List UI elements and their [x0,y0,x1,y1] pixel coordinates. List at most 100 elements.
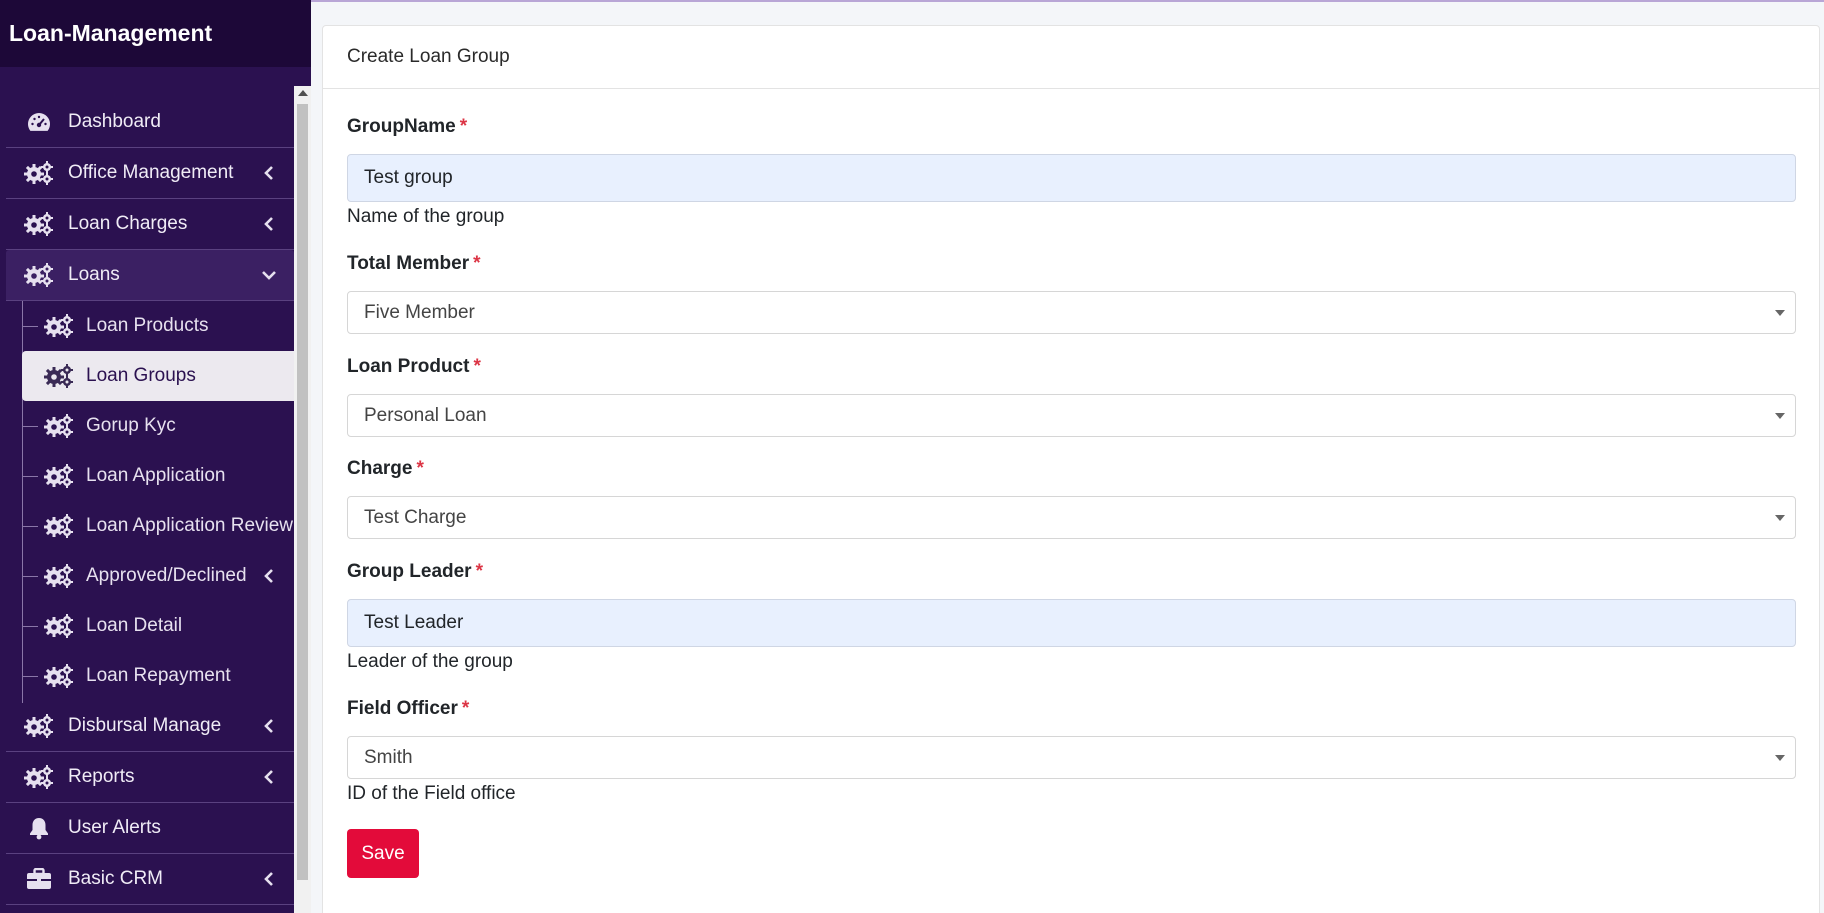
top-border [311,0,1824,2]
sidebar-item-office-management[interactable]: Office Management [6,148,294,199]
required-mark: * [473,253,481,274]
cogs-icon [44,614,74,638]
loans-submenu: Loan Products Loan Groups Gorup Kyc Loan… [0,301,294,703]
sidebar-item-user-alerts[interactable]: User Alerts [6,803,294,854]
group-leader-help: Leader of the group [347,651,513,672]
chevron-left-icon [262,872,276,886]
sidebar-item-label: User Alerts [68,817,161,838]
field-officer-value: Smith [364,746,413,768]
cogs-icon [44,514,74,538]
sidebar-subitem-gorup-kyc[interactable]: Gorup Kyc [22,401,294,451]
cogs-icon [44,664,74,688]
sidebar-item-label: Loans [68,264,120,285]
dashboard-gauge-icon [24,110,54,134]
field-officer-label: Field Officer * [347,698,469,720]
card-title: Create Loan Group [323,26,1819,89]
total-member-label: Total Member * [347,253,481,275]
cogs-icon [44,314,74,338]
sidebar-subitem-loan-groups[interactable]: Loan Groups [22,351,294,401]
sidebar-item-disbursal-manage[interactable]: Disbursal Manage [6,701,294,752]
required-mark: * [473,356,481,377]
chevron-left-icon [262,569,276,583]
field-officer-label-text: Field Officer [347,698,458,719]
group-leader-input[interactable]: Test Leader [347,599,1796,647]
sidebar-item-label: Disbursal Manage [68,715,222,736]
charge-label-text: Charge [347,458,413,479]
briefcase-icon [24,867,54,891]
required-mark: * [459,116,468,137]
caret-down-icon [1775,514,1785,521]
sidebar-nav: Dashboard Office Management Loan Charges… [0,97,294,905]
group-name-help: Name of the group [347,206,505,227]
sidebar-item-basic-crm[interactable]: Basic CRM [6,854,294,905]
loan-product-label: Loan Product * [347,356,481,378]
cogs-icon [44,564,74,588]
cogs-icon [44,464,74,488]
sidebar-subitem-loan-application[interactable]: Loan Application [22,451,294,501]
sidebar-subitem-loan-products[interactable]: Loan Products [22,301,294,351]
sidebar-item-label: Dashboard [68,111,161,132]
sidebar-subitem-loan-repayment[interactable]: Loan Repayment [22,651,294,701]
sidebar-item-dashboard[interactable]: Dashboard [6,97,294,148]
caret-down-icon [1775,754,1785,761]
required-mark: * [475,561,483,582]
group-name-label: GroupName * [347,116,467,138]
scrollbar-thumb[interactable] [297,104,308,880]
sidebar-subitem-approved-declined[interactable]: Approved/Declined [22,551,294,601]
sidebar-item-label: Loan Charges [68,213,188,234]
group-leader-label-text: Group Leader [347,561,472,582]
loan-product-label-text: Loan Product [347,356,470,377]
chevron-down-icon [262,268,276,282]
chevron-left-icon [262,166,276,180]
total-member-label-text: Total Member [347,253,470,274]
sidebar-subitem-loan-detail[interactable]: Loan Detail [22,601,294,651]
loan-product-select[interactable]: Personal Loan [347,394,1796,437]
charge-value: Test Charge [364,506,467,528]
sidebar-scrollbar[interactable] [294,86,311,913]
field-officer-help: ID of the Field office [347,783,516,804]
scroll-up-arrow-icon[interactable] [298,90,308,96]
total-member-select[interactable]: Five Member [347,291,1796,334]
cogs-icon [24,714,54,738]
required-mark: * [461,698,470,719]
group-name-input[interactable]: Test group [347,154,1796,202]
sidebar-item-label: Basic CRM [68,868,164,889]
caret-down-icon [1775,309,1785,316]
charge-label: Charge * [347,458,424,480]
sidebar-item-reports[interactable]: Reports [6,752,294,803]
create-loan-group-card: Create Loan Group GroupName * Test group … [322,25,1820,913]
charge-select[interactable]: Test Charge [347,496,1796,539]
sidebar-subitem-label: Gorup Kyc [86,415,176,436]
sidebar-subitem-label: Loan Application [86,465,226,486]
bell-icon [24,816,54,840]
brand-title[interactable]: Loan-Management [0,0,311,67]
chevron-left-icon [262,770,276,784]
cogs-icon [24,161,54,185]
sidebar-subitem-label: Loan Groups [86,365,196,386]
cogs-icon [24,263,54,287]
sidebar-subitem-loan-application-review[interactable]: Loan Application Review [22,501,294,551]
sidebar: Loan-Management Dashboard Office Managem… [0,0,311,913]
chevron-left-icon [262,719,276,733]
sidebar-subitem-label: Loan Products [86,315,209,336]
sidebar-subitem-label: Loan Repayment [86,665,231,686]
sidebar-item-label: Reports [68,766,135,787]
sidebar-subitem-label: Approved/Declined [86,565,247,586]
cogs-icon [44,364,74,388]
sidebar-item-loans[interactable]: Loans [6,250,294,301]
cogs-icon [24,212,54,236]
save-button[interactable]: Save [347,829,419,878]
group-leader-label: Group Leader * [347,561,483,583]
sidebar-item-loan-charges[interactable]: Loan Charges [6,199,294,250]
sidebar-subitem-label: Loan Application Review [86,515,294,536]
caret-down-icon [1775,412,1785,419]
total-member-value: Five Member [364,301,475,323]
group-name-label-text: GroupName [347,116,456,137]
loan-product-value: Personal Loan [364,404,487,426]
cogs-icon [44,414,74,438]
field-officer-select[interactable]: Smith [347,736,1796,779]
sidebar-subitem-label: Loan Detail [86,615,183,636]
sidebar-item-label: Office Management [68,162,234,183]
cogs-icon [24,765,54,789]
chevron-left-icon [262,217,276,231]
